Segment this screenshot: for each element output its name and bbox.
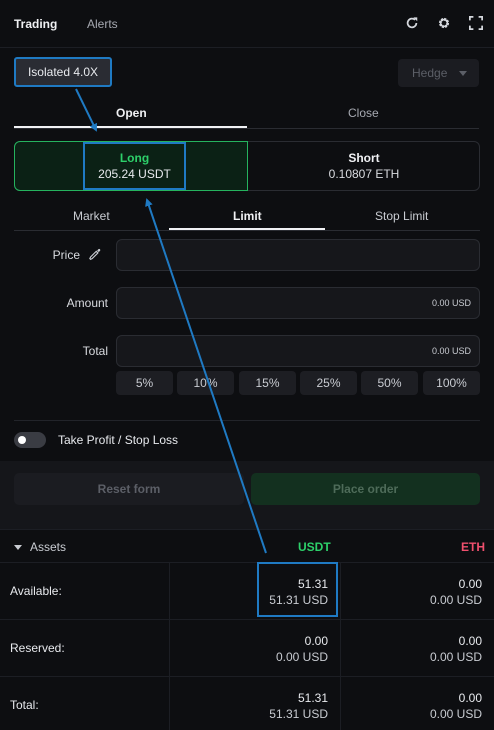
percent-button-15[interactable]: 15%: [239, 371, 296, 395]
usdt-cell: 51.31 51.31 USD: [170, 677, 340, 730]
place-order-button[interactable]: Place order: [251, 473, 480, 505]
percent-button-100[interactable]: 100%: [423, 371, 480, 395]
gear-icon[interactable]: [437, 16, 451, 30]
row-label: Reserved:: [10, 641, 65, 655]
hedge-dropdown[interactable]: Hedge: [398, 59, 479, 87]
hedge-label: Hedge: [412, 66, 448, 80]
annotation-box-available-usdt: [257, 562, 338, 617]
row-label: Total:: [10, 698, 39, 712]
usdt-usd-value: 0.00 USD: [275, 650, 328, 664]
refresh-icon[interactable]: [405, 16, 419, 30]
chevron-down-icon: [459, 71, 467, 76]
annotation-box-long: [83, 142, 186, 190]
tab-close[interactable]: Close: [348, 106, 379, 120]
assets-row-reserved: Reserved: 0.00 0.00 USD 0.00 0.00 USD: [0, 620, 494, 677]
chevron-down-icon: [14, 545, 22, 550]
percent-button-25[interactable]: 25%: [300, 371, 357, 395]
usdt-value: 0.00: [304, 634, 328, 648]
column-usdt: USDT: [298, 540, 331, 554]
tab-alerts[interactable]: Alerts: [87, 17, 118, 31]
assets-title: Assets: [30, 540, 67, 554]
margin-mode-button[interactable]: Isolated 4.0X: [14, 57, 112, 87]
eth-usd-value: 0.00 USD: [429, 650, 482, 664]
top-bar: Trading Alerts: [0, 0, 494, 48]
amount-label: Amount: [66, 296, 108, 310]
total-label: Total: [82, 344, 108, 358]
eth-usd-value: 0.00 USD: [429, 707, 482, 721]
price-input[interactable]: [116, 239, 480, 271]
tab-open[interactable]: Open: [116, 106, 147, 120]
toggle-knob: [18, 436, 26, 444]
eth-cell: 0.00 0.00 USD: [341, 677, 494, 730]
short-button[interactable]: [248, 142, 480, 190]
eth-value: 0.00: [458, 691, 482, 705]
total-unit: 0.00 USD: [431, 346, 471, 356]
short-label: Short: [348, 151, 380, 165]
active-tab-indicator: [14, 126, 247, 128]
percent-button-50[interactable]: 50%: [361, 371, 418, 395]
tab-limit[interactable]: Limit: [233, 209, 262, 223]
tab-market[interactable]: Market: [73, 209, 110, 223]
eth-usd-value: 0.00 USD: [429, 593, 482, 607]
amount-input[interactable]: 0.00 USD: [116, 287, 480, 319]
short-max-value: 0.10807 ETH: [328, 167, 400, 181]
price-label: Price: [52, 248, 80, 262]
reset-form-button[interactable]: Reset form: [14, 473, 244, 505]
tab-trading[interactable]: Trading: [14, 17, 57, 31]
eth-cell: 0.00 0.00 USD: [341, 563, 494, 620]
eth-value: 0.00: [458, 577, 482, 591]
usdt-usd-value: 51.31 USD: [269, 707, 328, 721]
column-eth: ETH: [461, 540, 485, 554]
tpsl-toggle[interactable]: [14, 432, 46, 448]
eth-cell: 0.00 0.00 USD: [341, 620, 494, 677]
assets-header[interactable]: Assets USDT ETH: [0, 529, 494, 563]
eth-value: 0.00: [458, 634, 482, 648]
divider: [14, 420, 480, 421]
usdt-cell: 0.00 0.00 USD: [170, 620, 340, 677]
usdt-value: 51.31: [297, 691, 328, 705]
percent-button-10[interactable]: 10%: [177, 371, 234, 395]
active-order-type-indicator: [169, 228, 325, 230]
assets-row-total: Total: 51.31 51.31 USD 0.00 0.00 USD: [0, 677, 494, 730]
percent-button-5[interactable]: 5%: [116, 371, 173, 395]
tpsl-label: Take Profit / Stop Loss: [58, 433, 179, 447]
order-type-tabs: Market Limit Stop Limit: [14, 201, 480, 231]
tab-stop-limit[interactable]: Stop Limit: [375, 209, 428, 223]
position-tabs: Open Close: [14, 100, 479, 129]
row-label: Available:: [10, 584, 62, 598]
total-input[interactable]: 0.00 USD: [116, 335, 480, 367]
expand-icon[interactable]: [469, 16, 483, 30]
amount-unit: 0.00 USD: [431, 298, 471, 308]
eyedropper-icon[interactable]: [89, 248, 102, 261]
assets-row-available: Available: 51.31 51.31 USD 0.00 0.00 USD: [0, 563, 494, 620]
